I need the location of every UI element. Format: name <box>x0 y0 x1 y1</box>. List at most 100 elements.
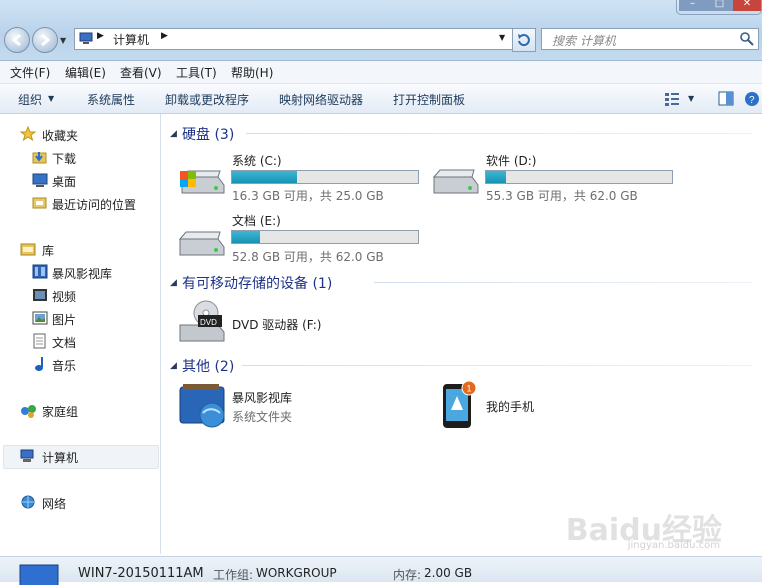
forward-arrow-icon <box>41 33 51 47</box>
drive-d-name[interactable]: 软件 (D:) <box>486 152 536 169</box>
address-bar[interactable]: ▶ 计算机 ▶ ▼ <box>74 28 536 50</box>
nav-storm-library[interactable]: 暴风影视库 <box>52 265 112 282</box>
network-icon <box>21 495 35 509</box>
open-control-panel-button[interactable]: 打开控制面板 <box>393 91 465 108</box>
forward-button[interactable] <box>32 27 58 53</box>
menu-tools[interactable]: 工具(T) <box>176 64 217 81</box>
refresh-icon <box>518 34 530 47</box>
drive-c-name[interactable]: 系统 (C:) <box>232 152 282 169</box>
nav-computer[interactable]: 计算机 <box>42 449 78 466</box>
view-options-icon[interactable] <box>664 92 680 106</box>
search-box[interactable]: 搜索 计算机 <box>541 28 759 50</box>
favorites-star-icon <box>20 126 36 142</box>
drive-e-icon[interactable] <box>178 227 226 257</box>
refresh-button[interactable] <box>512 28 536 52</box>
phone-notification-badge: 1 <box>467 384 472 394</box>
nav-network[interactable]: 网络 <box>42 495 66 512</box>
drive-e-free: 52.8 GB 可用，共 62.0 GB <box>232 250 384 264</box>
my-phone-name[interactable]: 我的手机 <box>486 398 534 415</box>
window-buttons: – □ ✕ <box>676 0 762 15</box>
storm-library-icon <box>32 264 48 279</box>
documents-icon <box>33 333 46 349</box>
computer-large-icon <box>19 564 59 585</box>
drive-e-usage-fill <box>232 231 260 243</box>
dvd-drive-name[interactable]: DVD 驱动器 (F:) <box>232 316 322 333</box>
system-properties-button[interactable]: 系统属性 <box>87 91 135 108</box>
breadcrumb-arrow-icon[interactable]: ▶ <box>161 31 168 41</box>
group-other[interactable]: 其他 (2) <box>182 356 234 376</box>
nav-pictures[interactable]: 图片 <box>52 311 76 328</box>
view-dropdown-icon[interactable]: ▼ <box>688 94 694 103</box>
desktop-icon <box>32 173 48 187</box>
group-hard-disks[interactable]: 硬盘 (3) <box>182 124 234 144</box>
minimize-button[interactable]: – <box>679 0 706 11</box>
recent-places-icon <box>32 197 47 209</box>
storm-library-folder-icon[interactable] <box>178 383 228 429</box>
command-bar: 组织 ▼ 系统属性 卸载或更改程序 映射网络驱动器 打开控制面板 ▼ ? <box>0 84 762 114</box>
search-placeholder[interactable]: 搜索 计算机 <box>552 32 616 49</box>
group-removable-storage[interactable]: 有可移动存储的设备 (1) <box>182 273 332 293</box>
homegroup-icon <box>21 405 36 418</box>
drive-d-free: 55.3 GB 可用，共 62.0 GB <box>486 189 638 203</box>
breadcrumb-computer[interactable]: 计算机 <box>113 31 149 48</box>
organize-button[interactable]: 组织 <box>18 91 42 108</box>
address-dropdown-icon[interactable]: ▼ <box>499 33 505 42</box>
dvd-drive-icon[interactable]: DVD <box>178 299 226 345</box>
collapse-removable-icon[interactable]: ◢ <box>170 278 177 288</box>
menu-file[interactable]: 文件(F) <box>10 64 50 81</box>
memory-value: 2.00 GB <box>424 566 473 580</box>
videos-icon <box>33 289 47 301</box>
computer-name: WIN7-20150111AM <box>78 566 204 581</box>
nav-desktop[interactable]: 桌面 <box>52 173 76 190</box>
music-icon <box>35 357 43 371</box>
libraries-icon <box>20 243 36 256</box>
close-button[interactable]: ✕ <box>733 0 761 11</box>
maximize-button[interactable]: □ <box>706 0 733 11</box>
system-drive-icon[interactable] <box>178 163 226 195</box>
uninstall-program-button[interactable]: 卸载或更改程序 <box>165 91 249 108</box>
nav-libraries[interactable]: 库 <box>42 242 54 259</box>
drive-c-usage-fill <box>232 171 298 183</box>
nav-downloads[interactable]: 下载 <box>52 150 76 167</box>
drive-d-icon[interactable] <box>432 165 480 195</box>
help-icon[interactable]: ? <box>744 91 760 107</box>
drive-e-usage-bar <box>231 230 419 244</box>
drive-c-usage-bar <box>231 170 419 184</box>
menu-edit[interactable]: 编辑(E) <box>65 64 106 81</box>
group-divider <box>242 365 752 366</box>
drive-c-free: 16.3 GB 可用，共 25.0 GB <box>232 189 384 203</box>
back-button[interactable] <box>4 27 30 53</box>
history-dropdown-icon[interactable]: ▼ <box>60 36 66 45</box>
collapse-disks-icon[interactable]: ◢ <box>170 129 177 139</box>
computer-small-icon <box>79 32 93 44</box>
storm-library-name[interactable]: 暴风影视库 <box>232 389 292 406</box>
menu-help[interactable]: 帮助(H) <box>231 64 273 81</box>
nav-recent-places[interactable]: 最近访问的位置 <box>52 196 136 213</box>
computer-icon <box>20 449 34 462</box>
group-divider <box>246 133 752 134</box>
drive-d-usage-fill <box>486 171 507 183</box>
group-divider <box>374 282 752 283</box>
workgroup-value: WORKGROUP <box>256 566 337 580</box>
menu-bar: 文件(F) 编辑(E) 查看(V) 工具(T) 帮助(H) <box>0 61 762 84</box>
nav-favorites[interactable]: 收藏夹 <box>42 127 78 144</box>
pictures-icon <box>32 311 48 325</box>
map-network-drive-button[interactable]: 映射网络驱动器 <box>279 91 363 108</box>
dvd-badge: DVD <box>200 318 217 327</box>
downloads-icon <box>32 152 47 164</box>
nav-documents[interactable]: 文档 <box>52 334 76 351</box>
menu-view[interactable]: 查看(V) <box>120 64 162 81</box>
nav-music[interactable]: 音乐 <box>52 357 76 374</box>
details-pane: WIN7-20150111AM 工作组: WORKGROUP 内存: 2.00 … <box>0 556 762 585</box>
storm-library-type: 系统文件夹 <box>232 410 293 424</box>
nav-homegroup[interactable]: 家庭组 <box>42 403 78 420</box>
preview-pane-icon[interactable] <box>718 91 734 107</box>
collapse-other-icon[interactable]: ◢ <box>170 361 177 371</box>
organize-dropdown-icon[interactable]: ▼ <box>48 94 54 103</box>
search-icon[interactable] <box>740 32 754 46</box>
my-phone-icon[interactable]: 1 <box>441 380 477 430</box>
drive-d-usage-bar <box>485 170 673 184</box>
nav-videos[interactable]: 视频 <box>52 288 76 305</box>
memory-label: 内存: <box>393 568 422 582</box>
drive-e-name[interactable]: 文档 (E:) <box>232 212 281 229</box>
